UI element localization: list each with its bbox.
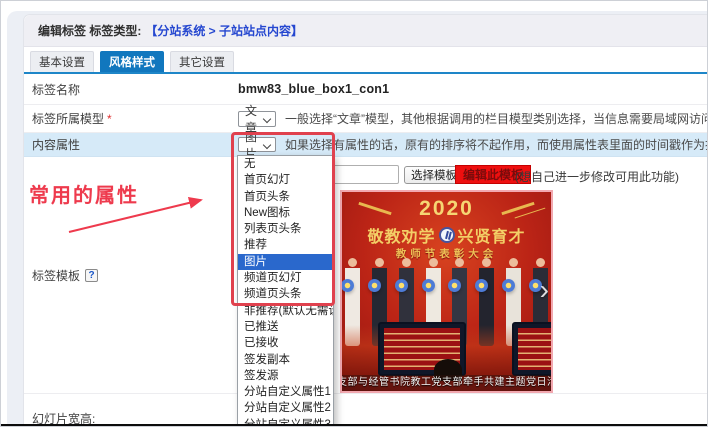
breadcrumb: 【分站系统 > 子站站点内容】 bbox=[145, 22, 303, 39]
dropdown-option[interactable]: 分站自定义属性1 bbox=[238, 384, 333, 400]
template-label: 标签模板 bbox=[32, 267, 80, 284]
row-tag-name: 标签名称 bmw83_blue_box1_con1 bbox=[24, 74, 708, 105]
dropdown-option[interactable]: New图标 bbox=[238, 205, 333, 221]
dropdown-option[interactable]: 频道页头条 bbox=[238, 286, 333, 302]
tab-style[interactable]: 风格样式 bbox=[100, 51, 164, 72]
school-logo-icon bbox=[439, 227, 455, 243]
annotation-text: 常用的属性 bbox=[29, 179, 139, 208]
attribute-dropdown-list: 无首页幻灯首页头条New图标列表页头条推荐图片频道页幻灯频道页头条非推荐(默认无… bbox=[237, 155, 334, 427]
slide-size-label: 幻灯片宽高: bbox=[32, 394, 95, 427]
model-label: 标签所属模型 bbox=[32, 110, 104, 127]
model-select[interactable]: 文章 bbox=[238, 111, 276, 127]
edit-template-note: (想自己进一步修改可用此功能) bbox=[515, 168, 679, 185]
dropdown-option[interactable]: 图片 bbox=[238, 254, 333, 270]
chevron-down-icon bbox=[263, 141, 271, 149]
dropdown-option[interactable]: 签发源 bbox=[238, 368, 333, 384]
dropdown-option[interactable]: 频道页幻灯 bbox=[238, 270, 333, 286]
edit-tag-panel: 编辑标签 标签类型: 【分站系统 > 子站站点内容】 基本设置 风格样式 其它设… bbox=[23, 14, 708, 427]
preview-banner-right: 兴贤育才 bbox=[458, 223, 526, 247]
model-hint: 一般选择“文章”模型，其他根据调用的栏目模型类别选择，当信息需要局域网访问时必选 bbox=[285, 110, 708, 127]
attribute-label: 内容属性 bbox=[32, 133, 80, 156]
row-model: 标签所属模型 * 文章 一般选择“文章”模型，其他根据调用的栏目模型类别选择，当… bbox=[24, 105, 708, 133]
dropdown-option[interactable]: 列表页头条 bbox=[238, 221, 333, 237]
help-question-icon[interactable]: ? bbox=[85, 269, 98, 282]
required-asterisk: * bbox=[107, 112, 112, 126]
dropdown-option[interactable]: 已接收 bbox=[238, 335, 333, 351]
tab-basic-settings[interactable]: 基本设置 bbox=[30, 51, 94, 72]
tag-name-label: 标签名称 bbox=[32, 74, 80, 104]
dropdown-option[interactable]: 无 bbox=[238, 156, 333, 172]
dropdown-option[interactable]: 已推送 bbox=[238, 319, 333, 335]
preview-year: 2020 bbox=[342, 197, 551, 221]
page-title: 编辑标签 标签类型: bbox=[38, 22, 141, 39]
row-slide-size: 幻灯片宽高: bbox=[24, 394, 708, 427]
dropdown-option[interactable]: 签发副本 bbox=[238, 352, 333, 368]
row-content-attribute: 内容属性 图片 如果选择有属性的话，原有的排序将不起作用，而使用属性表里面的时间… bbox=[24, 133, 708, 157]
panel-header: 编辑标签 标签类型: 【分站系统 > 子站站点内容】 bbox=[24, 15, 708, 47]
tag-name-value: bmw83_blue_box1_con1 bbox=[238, 82, 389, 96]
stage-screen-right bbox=[512, 322, 553, 376]
dropdown-option[interactable]: 推荐 bbox=[238, 237, 333, 253]
tab-other-settings[interactable]: 其它设置 bbox=[170, 51, 234, 72]
template-preview-image: 2020 敬教劝学 兴贤育才 教师节表彰大会 bbox=[340, 190, 553, 393]
preview-caption: 支部与经管书院教工党支部牵手共建主题党日活动 bbox=[340, 375, 551, 391]
dropdown-option[interactable]: 首页头条 bbox=[238, 189, 333, 205]
screen: 编辑标签 标签类型: 【分站系统 > 子站站点内容】 基本设置 风格样式 其它设… bbox=[0, 0, 708, 427]
screenshot-bottom-edge bbox=[1, 424, 707, 426]
dropdown-option[interactable]: 分站自定义属性2 bbox=[238, 400, 333, 416]
chevron-right-icon[interactable]: › bbox=[540, 276, 549, 304]
attribute-select[interactable]: 图片 bbox=[238, 137, 276, 152]
preview-banner-left: 敬教劝学 bbox=[367, 223, 435, 247]
dropdown-option[interactable]: 首页幻灯 bbox=[238, 172, 333, 188]
attribute-hint: 如果选择有属性的话，原有的排序将不起作用，而使用属性表里面的时间戳作为排序条件 bbox=[285, 136, 708, 153]
tab-bar: 基本设置 风格样式 其它设置 bbox=[30, 51, 234, 72]
dropdown-option[interactable]: 非推荐(默认无需设置) bbox=[238, 303, 333, 319]
chevron-down-icon bbox=[263, 114, 271, 122]
